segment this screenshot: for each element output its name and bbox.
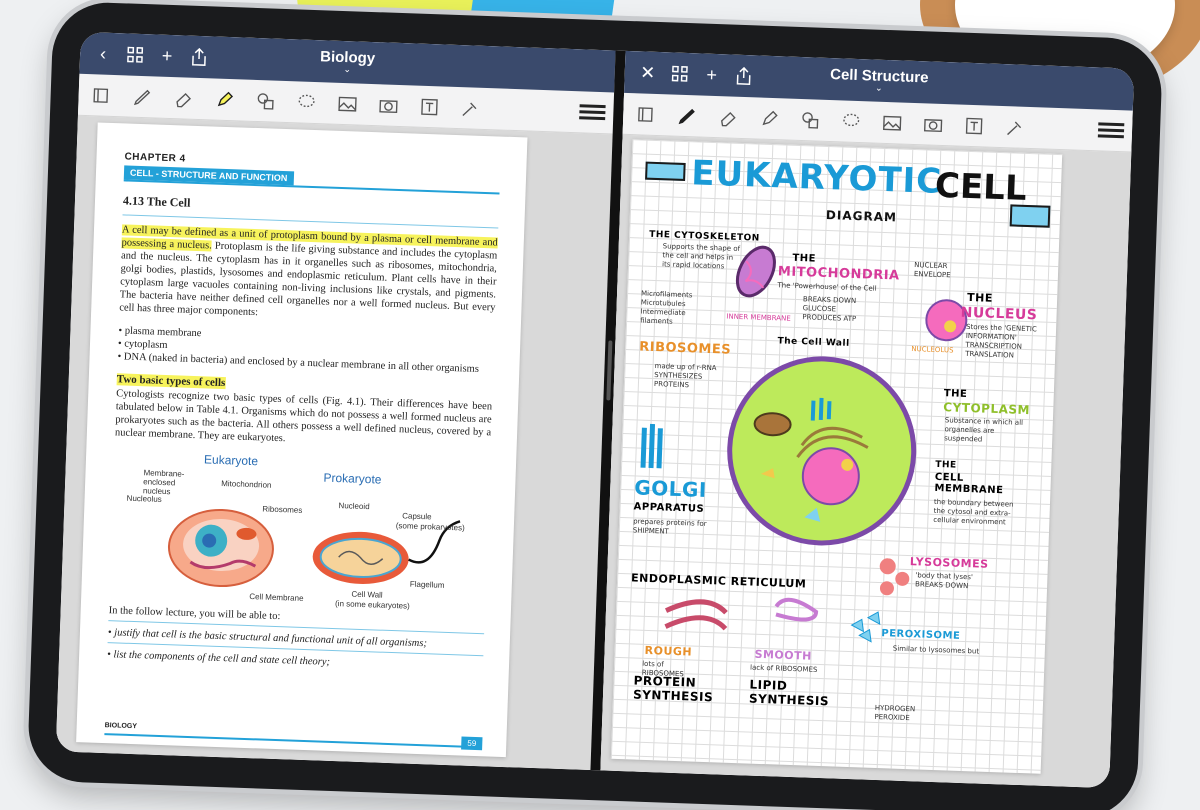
figure-label: Nucleolus [126,493,162,504]
plus-icon[interactable]: + [154,42,181,69]
pages-icon[interactable] [631,99,662,130]
lasso-icon[interactable] [836,106,867,137]
note-cytoskeleton: Supports the shape of the cell and helps… [661,242,741,271]
text-icon[interactable] [414,91,445,122]
shapes-icon[interactable] [250,85,281,116]
image-icon[interactable] [877,107,908,138]
figure-label: Mitochondrion [221,479,272,490]
lecture-objectives: In the follow lecture, you will be able … [107,603,485,675]
note-golgi: prepares proteins for SHIPMENT [632,517,707,536]
paragraph-text: Protoplasm is the life giving substance … [119,240,498,319]
label-nucleus-the: THE [966,290,994,305]
label-rough: ROUGH [644,643,693,659]
label-cell-membrane-the: THE [935,459,957,471]
laser-icon[interactable] [1000,111,1031,142]
note-hydrogen-peroxide: HYDROGEN PEROXIDE [874,703,916,723]
divider-handle[interactable] [606,340,613,401]
pen-icon[interactable] [672,100,703,131]
label-protein-synthesis: PROTEIN SYNTHESIS [632,673,714,705]
subheading-text: Two basic types of cells [116,373,226,390]
color-selector[interactable] [579,102,606,123]
share-icon[interactable] [730,63,757,90]
highlighter-icon[interactable] [754,103,785,134]
split-screen: ‹ + Biology ⌄ CHAPTER 4 CELL - STRUCTURE… [55,31,1135,789]
highlighter-icon[interactable] [209,84,240,115]
close-icon[interactable]: ✕ [634,59,661,86]
label-cytoplasm-the: THE [943,388,968,400]
right-page-area: EUKARYOTIC CELL DIAGRAM THE CYTOSKELETON… [600,134,1132,789]
document-title-text: Biology [319,48,376,68]
camera-icon[interactable] [918,109,949,140]
figure-label: Cell Wall [351,589,383,600]
note-mitochondria-breaks: BREAKS DOWN GLUCOSE PRODUCES ATP [802,295,857,324]
figure-title-eukaryote: Eukaryote [203,452,259,469]
label-cell-membrane: CELL MEMBRANE [934,471,1004,497]
label-nucleus: NUCLEUS [960,304,1038,324]
pages-icon[interactable] [86,80,117,111]
figure-label: Cell Membrane [249,592,304,603]
figure-label: Nucleoid [338,501,370,512]
note-nuclear-envelope: NUCLEAR ENVELOPE [913,261,951,280]
lasso-icon[interactable] [291,87,322,118]
label-smooth: SMOOTH [754,647,813,663]
note-nucleus: Stores the 'GENETIC INFORMATION' TRANSCR… [965,322,1037,360]
label-mitochondria-the: THE [792,252,817,265]
note-nucleolus: NUCLEOLUS [911,345,954,355]
figure-label: (in some eukaryotes) [334,599,410,611]
figure-label: Flagellum [409,579,445,590]
plus-icon[interactable]: + [698,61,725,88]
note-cytoplasm: Substance in which all organelles are su… [944,416,1024,444]
chapter-divider [123,179,500,195]
label-lysosomes: LYSOSOMES [909,555,989,571]
note-lysosomes: 'body that lyses' BREAKS DOWN [914,571,974,591]
left-pane: ‹ + Biology ⌄ CHAPTER 4 CELL - STRUCTURE… [55,31,616,771]
ipad-device: ‹ + Biology ⌄ CHAPTER 4 CELL - STRUCTURE… [26,0,1164,810]
figure-label: Capsule [402,511,432,522]
grid-icon[interactable] [666,60,693,87]
note-ribosomes: made up of r-RNA SYNTHESIZES PROTEINS [653,362,717,390]
label-cytoplasm: CYTOPLASM [943,400,1031,418]
page-number: 59 [461,736,483,751]
figure-label: Membrane-enclosed nucleus [142,468,185,497]
shapes-icon[interactable] [795,104,826,135]
paragraph-cell-types: Cytologists recognize two basic types of… [114,388,493,445]
cell-figure: Eukaryote Prokaryote Membrane-enclosed n… [109,449,490,612]
label-golgi: GOLGI [633,475,708,502]
notebook-page: EUKARYOTIC CELL DIAGRAM THE CYTOSKELETON… [610,139,1063,774]
laser-icon[interactable] [455,92,486,123]
color-selector[interactable] [1097,120,1125,141]
figure-label: Ribosomes [262,504,303,515]
eraser-icon[interactable] [713,101,744,132]
share-icon[interactable] [186,44,213,71]
text-icon[interactable] [959,110,990,141]
eraser-icon[interactable] [168,82,199,113]
paragraph-cell-definition: A cell may be defined as a unit of proto… [119,223,498,327]
pen-icon[interactable] [127,81,158,112]
document-page: CHAPTER 4 CELL - STRUCTURE AND FUNCTION … [76,122,528,758]
back-icon[interactable]: ‹ [90,40,117,67]
image-icon[interactable] [332,88,363,119]
label-ribosomes: RIBOSOMES [638,339,732,358]
right-pane: ✕ + Cell Structure ⌄ EUKARYOTIC CELL DIA… [600,50,1135,789]
notebook-title-text: Cell Structure [829,66,929,87]
label-lipid-synthesis: LIPID SYNTHESIS [748,677,830,709]
figure-title-prokaryote: Prokaryote [323,470,382,487]
left-page-area: CHAPTER 4 CELL - STRUCTURE AND FUNCTION … [55,115,613,771]
component-list: plasma membrane cytoplasm DNA (naked in … [117,324,494,376]
lecture-item: • list the components of the cell and st… [106,649,331,668]
lecture-item-text: list the components of the cell and stat… [113,649,331,668]
camera-icon[interactable] [373,90,404,121]
note-cytoskeleton-list: Microfilaments Microtubules Intermediate… [640,289,693,326]
grid-icon[interactable] [122,41,149,68]
note-cell-membrane: the boundary between the cytosol and ext… [933,497,1014,527]
